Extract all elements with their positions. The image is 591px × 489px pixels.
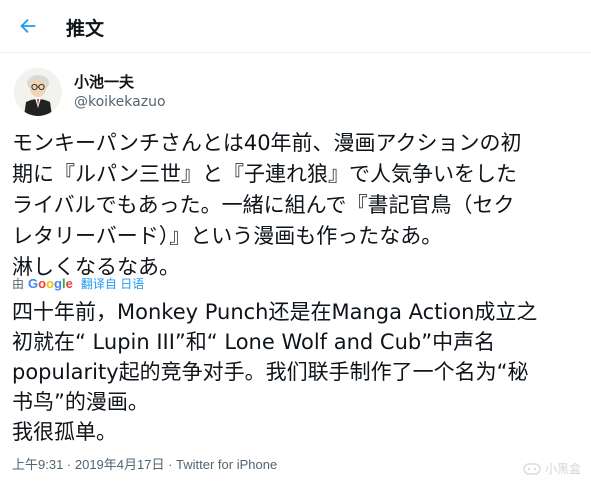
tweet-author[interactable]: 小池一夫 @koikekazuo [14, 64, 166, 120]
page-title: 推文 [66, 18, 105, 40]
watermark-text: 小黑盒 [544, 462, 581, 476]
tweet-source: Twitter for iPhone [176, 457, 278, 472]
translated-from-link[interactable]: 翻译自 日语 [81, 275, 144, 292]
translation-attribution: 由 Google 翻译自 日语 [12, 274, 144, 292]
avatar[interactable] [14, 68, 62, 116]
top-bar: 推文 [0, 0, 591, 53]
translated-tweet-text: 四十年前，Monkey Punch还是在Manga Action成立之 初就在“… [12, 300, 538, 444]
arrow-left-icon [20, 18, 36, 34]
watermark-logo-icon [523, 462, 541, 475]
author-name[interactable]: 小池一夫 [74, 72, 166, 92]
back-button[interactable] [14, 12, 42, 40]
tweet-detail-screen: 推文 小池一夫 @koikekazuo モンキーパンチさんとは40年前、漫画アク… [0, 0, 591, 489]
translated-by-label: 由 [12, 276, 25, 291]
tweet-text: モンキーパンチさんとは40年前、漫画アクションの初 期に『ルパン三世』と『子連れ… [12, 131, 522, 279]
google-logo: Google [28, 275, 73, 291]
avatar-illustration [14, 68, 62, 116]
tweet-meta: 上午9:31 · 2019年4月17日 · Twitter for iPhone [12, 454, 277, 473]
author-handle[interactable]: @koikekazuo [74, 92, 166, 112]
watermark: 小黑盒 [523, 460, 581, 477]
author-info: 小池一夫 @koikekazuo [74, 72, 166, 112]
tweet-timestamp[interactable]: 上午9:31 · 2019年4月17日 · [12, 457, 176, 472]
